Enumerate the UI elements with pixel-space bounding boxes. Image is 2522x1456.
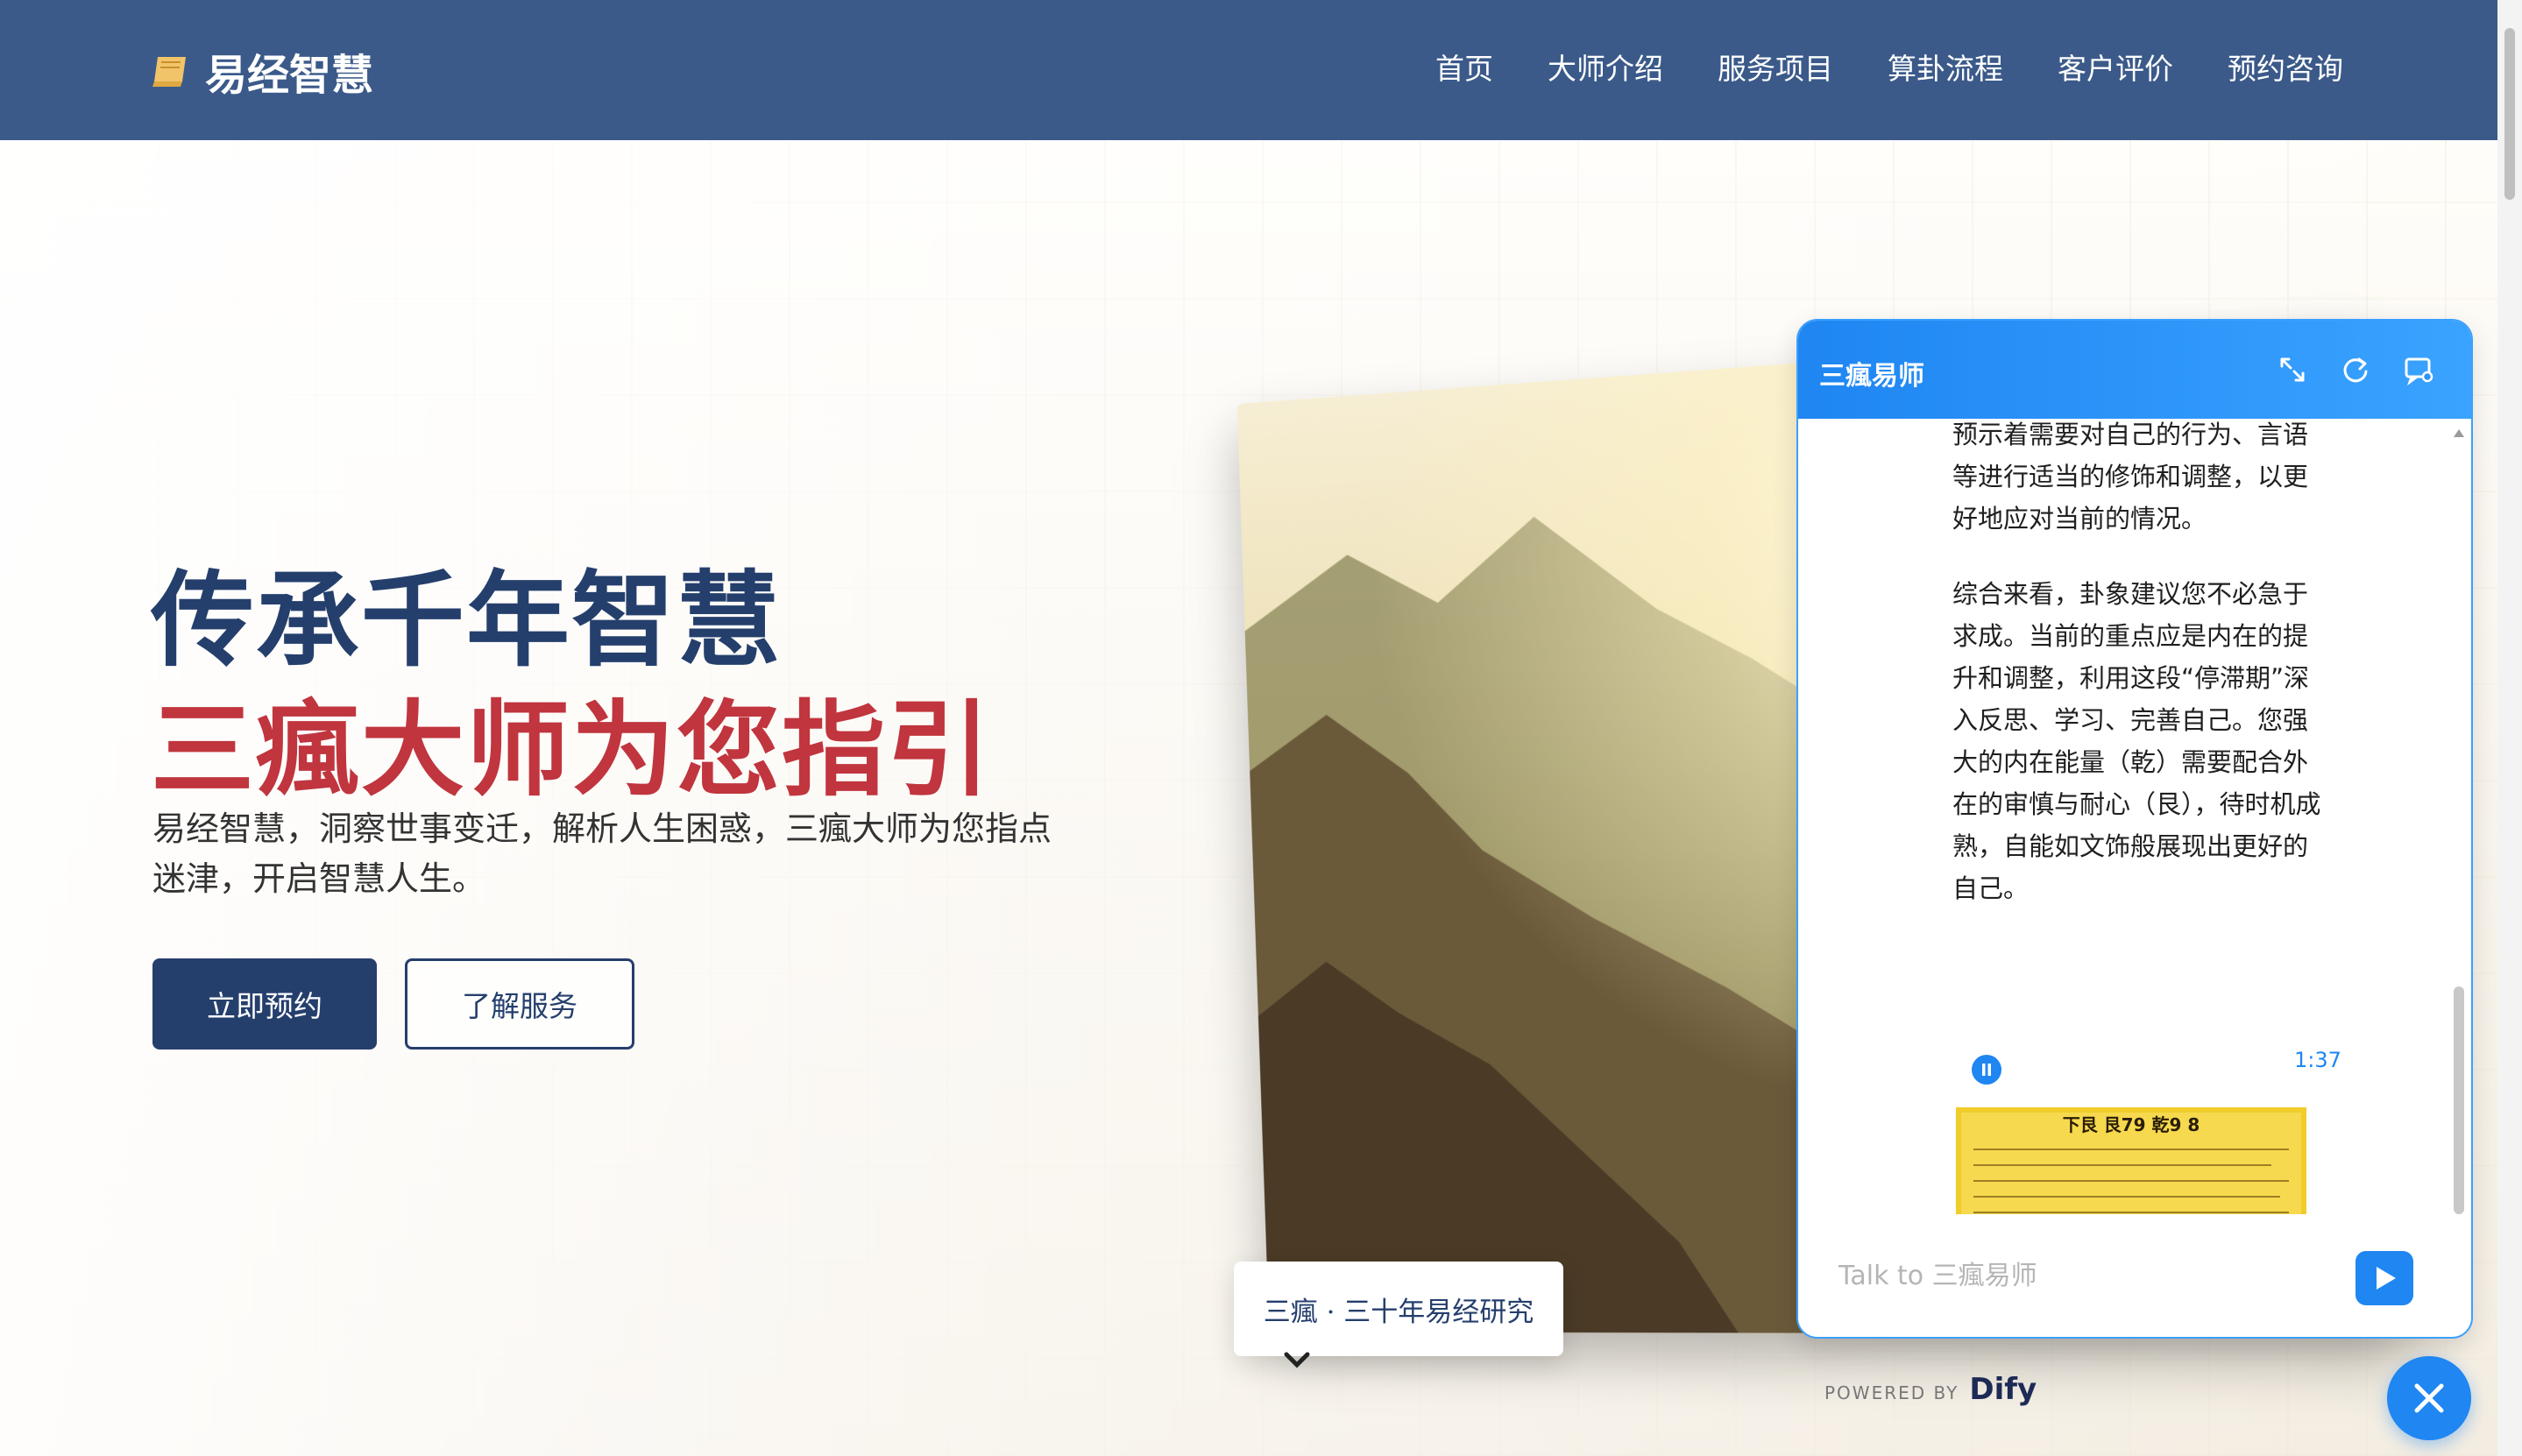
chat-messages[interactable]: 预示着需要对自己的行为、言语等进行适当的修饰和调整，以更好地应对当前的情况。 综… <box>1798 419 2471 1223</box>
hero-title-line2: 三瘋大师为您指引 <box>151 689 993 810</box>
learn-services-button[interactable]: 了解服务 <box>405 958 634 1050</box>
nav-booking[interactable]: 预约咨询 <box>2228 46 2343 88</box>
pause-icon[interactable] <box>1972 1055 2001 1085</box>
hero-description: 易经智慧，洞察世事变迁，解析人生困惑，三瘋大师为您指点迷津，开启智慧人生。 <box>152 809 1052 898</box>
send-button[interactable] <box>2356 1251 2413 1305</box>
nav-master-intro[interactable]: 大师介绍 <box>1548 46 1663 88</box>
audio-duration: 1:37 <box>2294 1048 2341 1072</box>
chat-title: 三瘋易师 <box>1819 361 1924 392</box>
close-icon <box>2414 1383 2444 1413</box>
chat-message-text: 综合来看，卦象建议您不必急于求成。当前的重点应是内在的提升和调整，利用这段“停滞… <box>1952 579 2321 903</box>
chevron-down-icon[interactable] <box>1281 1349 1313 1372</box>
photo-caption: 三瘋 · 三十年易经研究 <box>1234 1262 1563 1356</box>
chat-input[interactable] <box>1837 1253 2331 1298</box>
powered-by: POWERED BY Dify <box>1824 1372 2037 1407</box>
scroll-up-icon[interactable] <box>2452 426 2466 438</box>
nav-reviews[interactable]: 客户评价 <box>2058 46 2173 88</box>
chat-settings-icon[interactable] <box>2401 352 2436 387</box>
chat-scrollbar-thumb[interactable] <box>2454 986 2464 1214</box>
book-now-button[interactable]: 立即预约 <box>152 958 377 1050</box>
nav-home[interactable]: 首页 <box>1435 46 1493 88</box>
page-scrollbar-thumb[interactable] <box>2504 28 2515 200</box>
nav-process[interactable]: 算卦流程 <box>1888 46 2003 88</box>
page-scrollbar[interactable] <box>2497 0 2522 1456</box>
chat-input-row <box>1798 1214 2471 1337</box>
chat-widget: 三瘋易师 预示着需要对自己的行为、言语等进行适当的修饰和调整，以更好地应对当前的… <box>1796 319 2473 1339</box>
powered-by-label: POWERED BY <box>1824 1382 1959 1403</box>
refresh-icon[interactable] <box>2338 352 2373 387</box>
chat-header: 三瘋易师 <box>1798 321 2471 419</box>
expand-icon[interactable] <box>2275 352 2310 387</box>
book-icon <box>151 53 191 88</box>
main-nav: 首页 大师介绍 服务项目 算卦流程 客户评价 预约咨询 <box>1435 46 2343 88</box>
logo-text: 易经智慧 <box>205 51 374 100</box>
hexagram-scroll-image[interactable]: 下艮 艮79 乾9 8 <box>1956 1107 2306 1223</box>
hexagram-image-heading: 下艮 艮79 乾9 8 <box>2062 1114 2200 1135</box>
close-chat-button[interactable] <box>2387 1356 2471 1440</box>
site-header: 易经智慧 首页 大师介绍 服务项目 算卦流程 客户评价 预约咨询 <box>0 0 2497 140</box>
chat-message-text: 预示着需要对自己的行为、言语等进行适当的修饰和调整，以更好地应对当前的情况。 <box>1952 420 2309 534</box>
dify-logo[interactable]: Dify <box>1969 1372 2037 1407</box>
logo[interactable]: 易经智慧 <box>151 40 373 102</box>
nav-services[interactable]: 服务项目 <box>1718 46 1833 88</box>
hero-title-line1: 传承千年智慧 <box>151 559 783 681</box>
